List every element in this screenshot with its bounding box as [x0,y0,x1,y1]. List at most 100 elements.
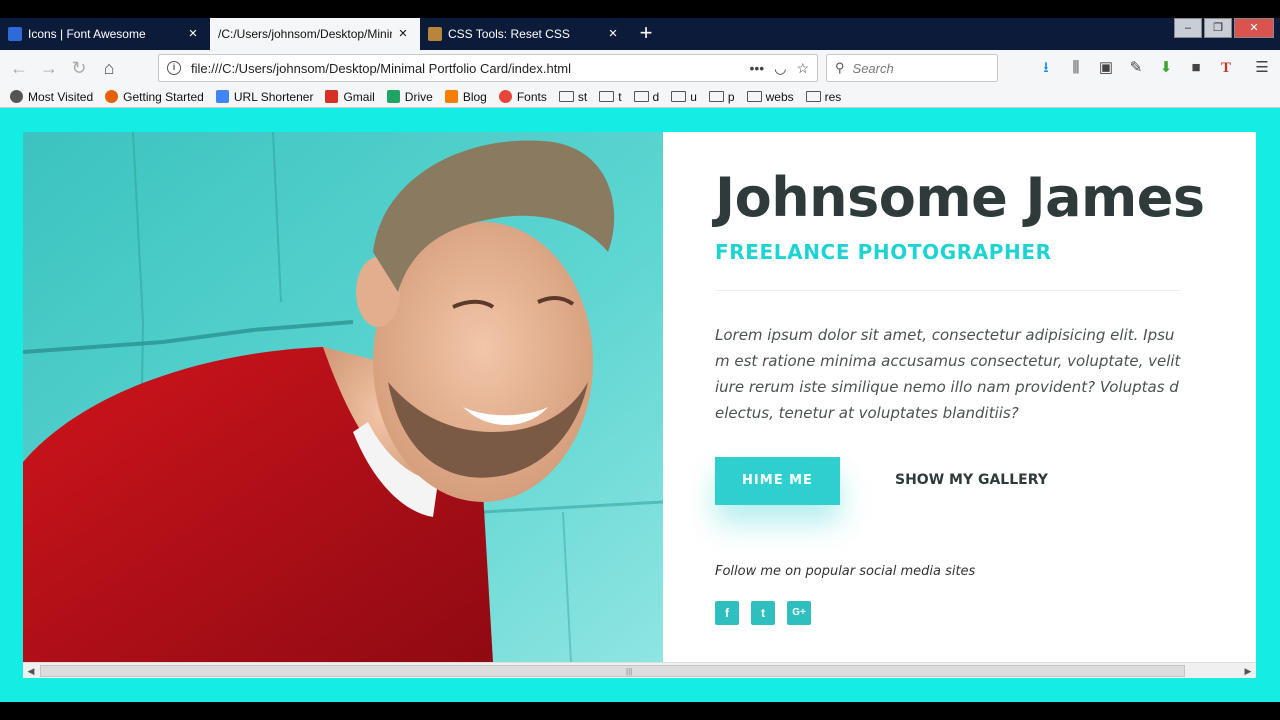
tab-title: /C:/Users/johnsom/Desktop/Minim [218,27,392,41]
bookmark-item[interactable]: webs [746,89,794,104]
search-placeholder: Search [852,60,894,76]
tab-title: CSS Tools: Reset CSS [448,27,570,41]
profile-role: FREELANCE PHOTOGRAPHER [715,240,1052,264]
scrollbar-thumb[interactable]: ||| [40,665,1185,677]
nav-bar: ← → ↻ ⌂ i file:///C:/Users/johnsom/Deskt… [0,50,1280,86]
window-controls: – ❐ ✕ [1174,18,1274,38]
home-button[interactable]: ⌂ [94,53,124,83]
profile-bio: Lorem ipsum dolor sit amet, consectetur … [715,326,1181,422]
menu-icon[interactable]: ☰ [1252,58,1272,78]
bookmark-label: Drive [404,89,433,104]
bookmark-item[interactable]: t [599,89,622,104]
tools-icon [428,27,442,41]
bookmark-label: st [577,89,588,104]
pocket-icon[interactable]: ◡ [774,60,786,77]
address-bar[interactable]: i file:///C:/Users/johnsom/Desktop/Minim… [158,54,818,82]
bookmark-item[interactable]: d [633,89,660,104]
forward-button[interactable]: → [34,53,64,83]
bookmark-label: Blog [462,89,487,104]
bookmark-item[interactable]: p [708,89,735,104]
more-icon[interactable]: ••• [750,60,765,76]
browser-window: Icons | Font Awesome × /C:/Users/johnsom… [0,0,1280,720]
page-viewport: Johnsome James FREELANCE PHOTOGRAPHER Lo… [0,108,1280,702]
bookmark-label: Getting Started [123,89,204,104]
blogger-icon [444,90,458,103]
bookmark-label: t [618,89,622,104]
folder-icon [633,91,649,102]
bookmark-item[interactable]: URL Shortener [215,89,314,104]
new-tab-button[interactable]: + [630,18,662,50]
close-icon[interactable]: × [606,26,620,41]
bookmark-star-icon[interactable]: ☆ [796,60,809,77]
flag-icon [8,27,22,41]
facebook-icon[interactable]: f [715,601,739,625]
folder-icon [558,91,574,102]
profile-info: Johnsome James FREELANCE PHOTOGRAPHER Lo… [715,132,1205,662]
info-icon[interactable]: i [167,61,181,75]
search-icon: ⚲ [835,60,845,75]
bookmark-label: webs [765,89,794,104]
folder-icon [805,91,821,102]
google-plus-icon[interactable]: G+ [787,601,811,625]
tab-font-awesome[interactable]: Icons | Font Awesome × [0,18,210,50]
bookmark-item[interactable]: res [805,89,842,104]
bookmark-label: URL Shortener [233,89,314,104]
maximize-button[interactable]: ❐ [1204,18,1232,38]
folder-icon [671,91,687,102]
profile-photo [23,132,663,662]
bookmark-item[interactable]: Blog [444,89,487,104]
portfolio-card: Johnsome James FREELANCE PHOTOGRAPHER Lo… [23,132,1256,662]
font-extension-icon[interactable]: T [1216,58,1236,78]
download-icon[interactable]: ⭳ [1036,58,1056,78]
bookmark-label: Gmail [343,89,375,104]
firefox-icon [105,90,119,103]
tab-reset-css[interactable]: CSS Tools: Reset CSS × [420,18,630,50]
folder-icon [708,91,724,102]
drive-icon [386,90,400,103]
gear-icon [10,90,23,103]
google-icon [215,90,229,103]
gmail-icon [325,90,339,103]
bookmark-item[interactable]: Drive [386,89,433,104]
bookmark-label: Fonts [516,89,547,104]
tab-bar: Icons | Font Awesome × /C:/Users/johnsom… [0,18,1280,50]
bookmark-item[interactable]: Getting Started [105,90,204,104]
bookmark-label: u [690,89,697,104]
tab-title: Icons | Font Awesome [28,27,146,41]
search-input[interactable]: ⚲ Search [826,54,998,82]
show-gallery-link[interactable]: SHOW MY GALLERY [895,472,1048,488]
folder-icon [746,91,762,102]
bookmark-item[interactable]: Gmail [325,89,375,104]
bookmark-label: Most Visited [28,89,94,104]
scroll-left-arrow-icon[interactable]: ◀ [23,663,39,679]
reload-button[interactable]: ↻ [64,53,94,83]
sidebar-icon[interactable]: ▣ [1096,58,1116,78]
close-icon[interactable]: × [186,26,200,41]
eyedropper-icon[interactable]: ✎ [1126,58,1146,78]
close-icon[interactable]: × [396,26,410,41]
twitter-icon[interactable]: t [751,601,775,625]
bookmark-label: res [824,89,842,104]
bookmark-item[interactable]: u [671,90,697,104]
bookmark-item[interactable]: Most Visited [10,90,93,104]
bookmark-item[interactable]: Fonts [498,89,547,104]
horizontal-scrollbar[interactable]: ◀ ||| ▶ [23,662,1256,678]
back-button[interactable]: ← [4,53,34,83]
download-helper-icon[interactable]: ⬇ [1156,58,1176,78]
follow-text: Follow me on popular social media sites [715,564,976,579]
bookmark-label: d [652,89,660,104]
minimize-button[interactable]: – [1174,18,1202,38]
profile-name: Johnsome James [715,166,1205,229]
bookmark-label: p [727,89,735,104]
url-text: file:///C:/Users/johnsom/Desktop/Minimal… [191,60,572,76]
extension-icon[interactable]: ■ [1186,58,1206,78]
scroll-right-arrow-icon[interactable]: ▶ [1240,663,1256,679]
hire-me-button[interactable]: HIME ME [715,457,840,505]
folder-icon [599,91,615,102]
tab-portfolio[interactable]: /C:/Users/johnsom/Desktop/Minim × [210,18,420,50]
bookmark-item[interactable]: st [558,89,588,104]
close-window-button[interactable]: ✕ [1234,18,1274,38]
bookmarks-toolbar: Most Visited Getting Started URL Shortener… [0,86,1280,108]
library-icon[interactable]: ⫼ [1066,58,1086,78]
fonts-icon [498,90,512,103]
